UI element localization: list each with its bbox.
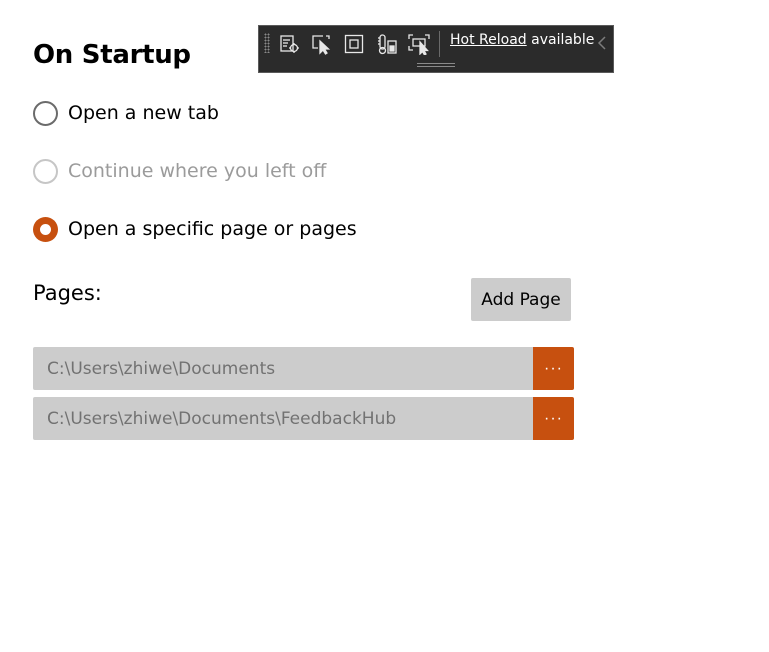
radio-continue-where-left-off[interactable]: Continue where you left off	[33, 156, 326, 186]
pages-label: Pages:	[33, 281, 102, 305]
page-path-field[interactable]: C:\Users\zhiwe\Documents\FeedbackHub	[33, 397, 533, 440]
browse-button[interactable]: ···	[533, 347, 574, 390]
radio-label: Continue where you left off	[68, 160, 327, 182]
browse-button[interactable]: ···	[533, 397, 574, 440]
toolbar-separator	[439, 31, 440, 57]
radio-open-new-tab[interactable]: Open a new tab	[33, 98, 219, 128]
hot-reload-text: available	[531, 32, 595, 48]
add-page-button[interactable]: Add Page	[471, 278, 571, 321]
radio-button-disabled[interactable]	[33, 158, 58, 184]
radio-label: Open a specific page or pages	[68, 218, 357, 240]
radio-open-specific-pages[interactable]: Open a specific page or pages	[33, 214, 357, 244]
radio-button-unchecked[interactable]	[33, 100, 58, 126]
track-focus-icon[interactable]	[374, 31, 400, 57]
hot-reload-link[interactable]: Hot Reload	[450, 32, 527, 48]
page-path-row: C:\Users\zhiwe\Documents\FeedbackHub ···	[33, 397, 574, 440]
page-path-field[interactable]: C:\Users\zhiwe\Documents	[33, 347, 533, 390]
radio-label: Open a new tab	[68, 102, 219, 124]
live-visual-tree-icon[interactable]	[277, 31, 303, 57]
toolbar-expand-handle[interactable]	[417, 63, 455, 67]
hot-reload-status: Hot Reload available	[450, 32, 594, 48]
page-path-row: C:\Users\zhiwe\Documents ···	[33, 347, 574, 390]
collapse-chevron-icon[interactable]	[596, 34, 608, 52]
toolbar-grip[interactable]	[264, 33, 270, 53]
select-element-icon[interactable]	[308, 31, 334, 57]
preview-selection-icon[interactable]	[406, 31, 432, 57]
debug-toolbar: Hot Reload available	[258, 25, 614, 73]
page-title: On Startup	[33, 40, 191, 70]
display-layout-adorners-icon[interactable]	[341, 31, 367, 57]
settings-page: On Startup Open a new tab Continue where…	[0, 0, 769, 652]
radio-button-checked[interactable]	[33, 216, 58, 242]
